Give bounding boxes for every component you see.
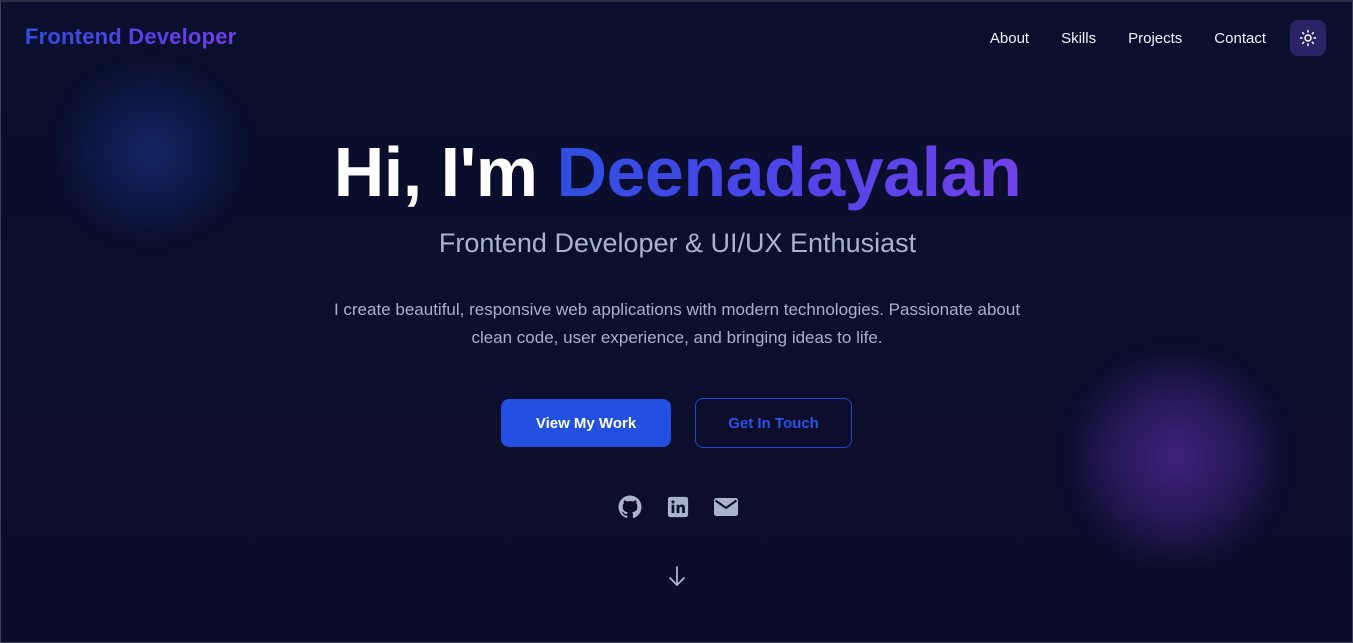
linkedin-icon [667,496,688,518]
site-logo[interactable]: Frontend Developer [25,24,236,50]
linkedin-link[interactable] [666,495,690,519]
hero-description: I create beautiful, responsive web appli… [333,300,1021,347]
hero-greeting: Hi, I'm [333,133,538,211]
email-link[interactable] [713,495,738,519]
hero-title: Hi, I'm Deenadayalan [1,130,1352,214]
nav-link-projects[interactable]: Projects [1128,30,1182,47]
mail-icon [713,498,738,516]
get-in-touch-button[interactable]: Get In Touch [695,398,852,448]
scroll-down-button[interactable] [666,564,688,588]
social-links [1,495,1352,519]
nav-link-skills[interactable]: Skills [1061,30,1096,47]
hero-subtitle: Frontend Developer & UI/UX Enthusiast [438,228,917,258]
hero-name: Deenadayalan [556,133,1022,211]
nav-link-contact[interactable]: Contact [1214,30,1266,47]
theme-toggle-button[interactable] [1290,20,1326,56]
view-my-work-button[interactable]: View My Work [501,399,671,447]
main-nav: About Skills Projects Contact [990,20,1326,56]
github-link[interactable] [618,495,642,519]
sun-icon [1299,29,1317,47]
nav-link-about[interactable]: About [990,30,1029,47]
arrow-down-icon [669,566,685,586]
page: Frontend Developer About Skills Projects… [0,0,1353,643]
github-icon [618,495,642,519]
background-glow-purple [1066,347,1286,567]
